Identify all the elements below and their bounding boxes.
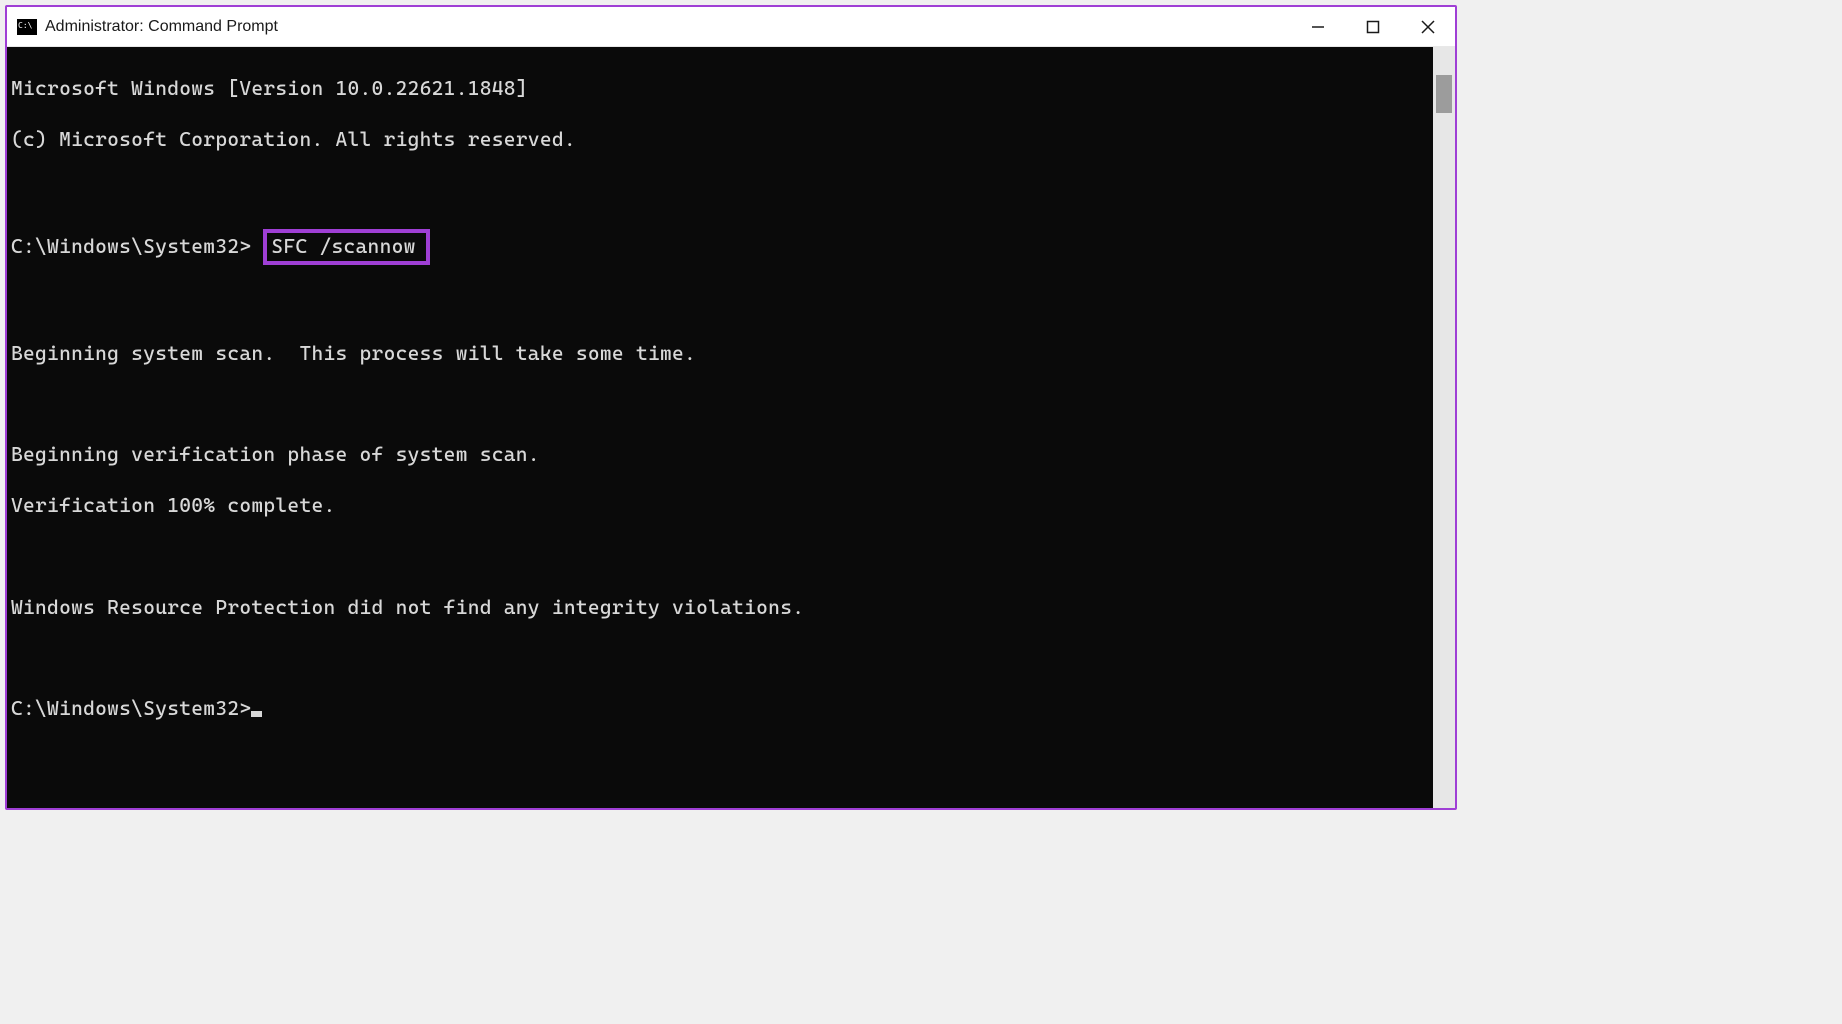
- scrollbar-track[interactable]: [1433, 47, 1455, 808]
- title-bar[interactable]: Administrator: Command Prompt: [7, 7, 1455, 47]
- terminal-area: Microsoft Windows [Version 10.0.22621.18…: [7, 47, 1455, 808]
- version-line: Microsoft Windows [Version 10.0.22621.18…: [11, 76, 1429, 101]
- prompt-line-1: C:\Windows\System32> SFC /scannow: [11, 229, 1429, 265]
- window-title: Administrator: Command Prompt: [45, 18, 278, 36]
- prompt-path: C:\Windows\System32>: [11, 234, 251, 258]
- result-line: Windows Resource Protection did not find…: [11, 595, 1429, 620]
- close-icon: [1421, 20, 1435, 34]
- prompt-path: C:\Windows\System32>: [11, 696, 251, 720]
- cursor: [251, 711, 262, 717]
- scrollbar-thumb[interactable]: [1436, 75, 1452, 113]
- minimize-button[interactable]: [1290, 7, 1345, 46]
- window-controls: [1290, 7, 1455, 46]
- minimize-icon: [1311, 20, 1325, 34]
- maximize-icon: [1366, 20, 1380, 34]
- maximize-button[interactable]: [1345, 7, 1400, 46]
- verify-done-line: Verification 100% complete.: [11, 493, 1429, 518]
- prompt-line-2: C:\Windows\System32>: [11, 696, 1429, 721]
- verify-begin-line: Beginning verification phase of system s…: [11, 442, 1429, 467]
- close-button[interactable]: [1400, 7, 1455, 46]
- highlighted-command: SFC /scannow: [263, 229, 429, 265]
- copyright-line: (c) Microsoft Corporation. All rights re…: [11, 127, 1429, 152]
- terminal-output[interactable]: Microsoft Windows [Version 10.0.22621.18…: [7, 47, 1433, 808]
- scan-begin-line: Beginning system scan. This process will…: [11, 341, 1429, 366]
- command-prompt-window: Administrator: Command Prompt Microsoft …: [5, 5, 1457, 810]
- cmd-icon: [17, 19, 37, 35]
